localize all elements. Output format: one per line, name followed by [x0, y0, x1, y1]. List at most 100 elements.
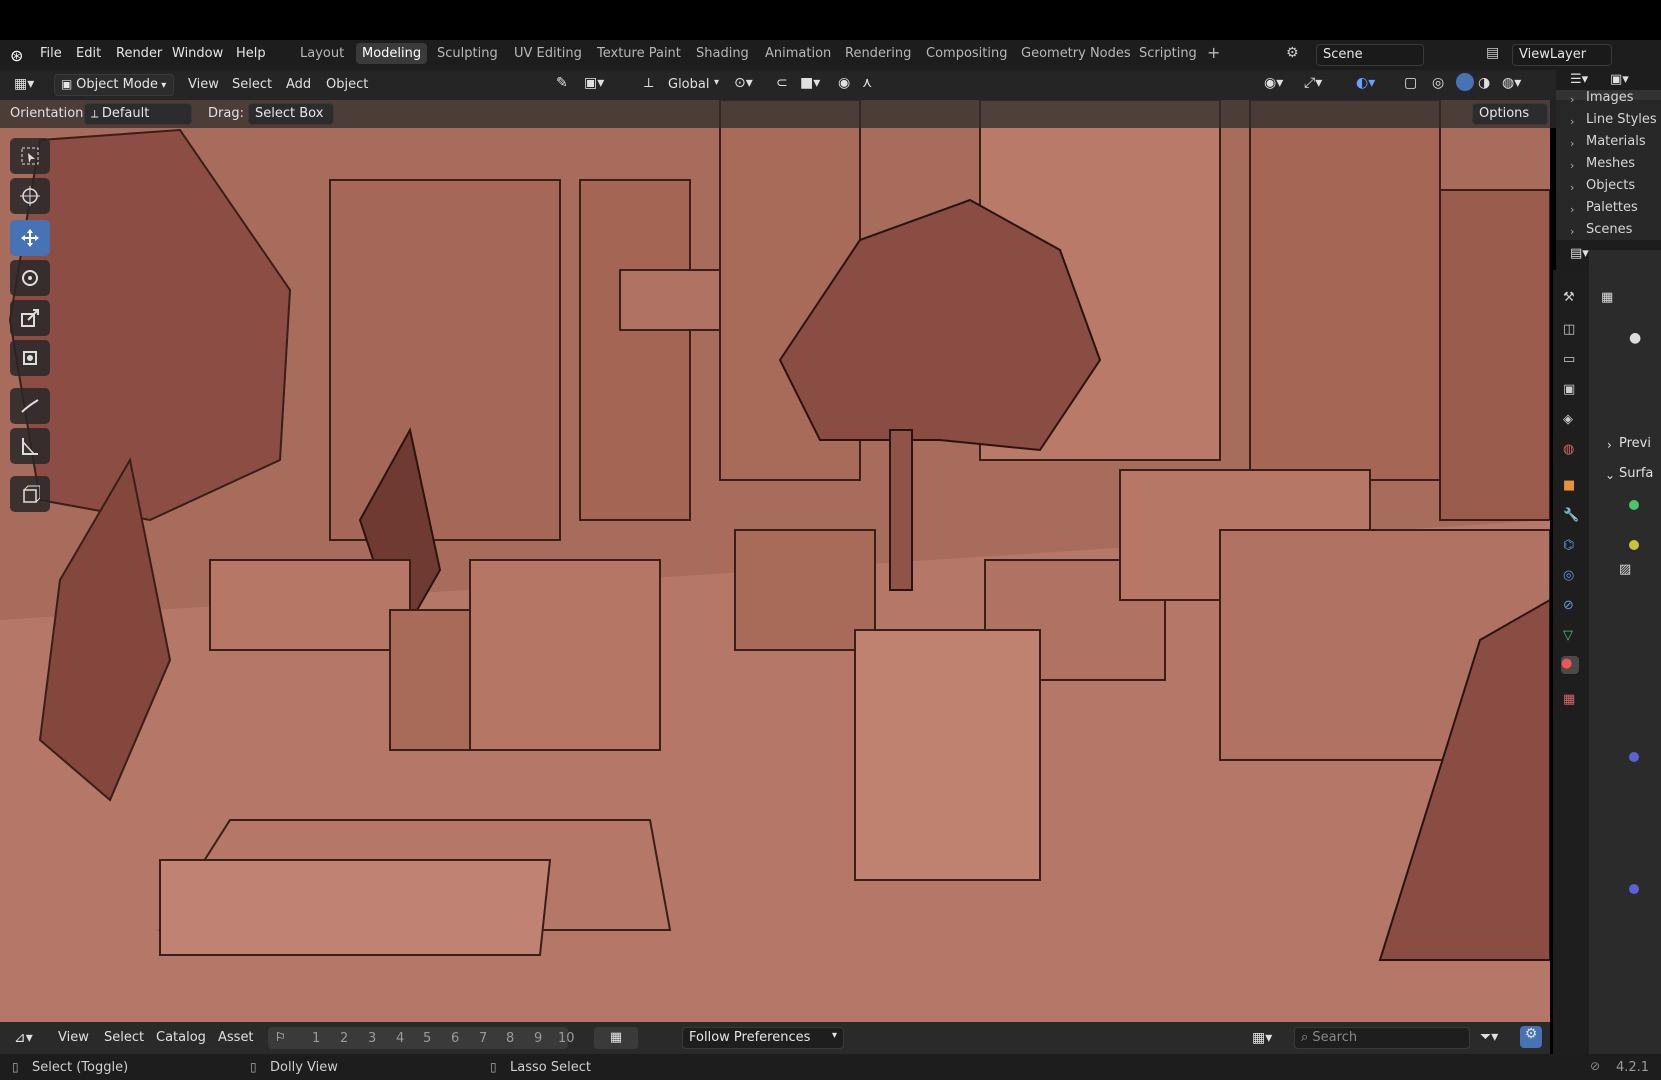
- editor-type-icon[interactable]: ⊿▾: [14, 1030, 33, 1046]
- catalog-key-6[interactable]: 6: [451, 1031, 459, 1046]
- chevron-down-icon[interactable]: ▾: [714, 77, 719, 88]
- footer-asset-menu[interactable]: Asset: [218, 1030, 254, 1045]
- 3d-viewport[interactable]: [0, 100, 1550, 1022]
- image-texture-icon[interactable]: ▨: [1619, 562, 1631, 577]
- catalog-key-3[interactable]: 3: [368, 1031, 376, 1046]
- drag-select[interactable]: Select Box: [248, 103, 334, 125]
- view-layer-selector[interactable]: ViewLayer: [1512, 44, 1612, 66]
- display-size-icon[interactable]: ▦▾: [1252, 1030, 1272, 1046]
- tab-geometry-nodes[interactable]: Geometry Nodes: [1021, 46, 1131, 61]
- catalog-key-4[interactable]: 4: [396, 1031, 404, 1046]
- editor-type-icon[interactable]: ▦▾: [14, 76, 34, 92]
- menu-file[interactable]: File: [40, 46, 62, 61]
- pivot-point-icon[interactable]: ⊙▾: [734, 75, 753, 91]
- menu-help[interactable]: Help: [236, 46, 266, 61]
- tab-modeling[interactable]: Modeling: [356, 43, 428, 64]
- properties-editor-icon[interactable]: ▤▾: [1570, 246, 1589, 261]
- outliner-item-line-styles[interactable]: Line Styles: [1586, 112, 1657, 127]
- physics-tab-icon[interactable]: ◎: [1563, 568, 1574, 583]
- tab-scripting[interactable]: Scripting: [1139, 46, 1197, 61]
- constraints-tab-icon[interactable]: ⊘: [1563, 598, 1574, 613]
- outliner-item-images[interactable]: Images: [1586, 90, 1634, 105]
- outliner-filter-icon[interactable]: ▣▾: [1610, 72, 1629, 87]
- grid-view-button[interactable]: ▦: [594, 1027, 638, 1049]
- eyedropper-icon[interactable]: ✎: [556, 75, 568, 91]
- xray-icon[interactable]: ▢: [1404, 75, 1417, 91]
- select-box-tool[interactable]: [10, 138, 50, 174]
- falloff-icon[interactable]: ⋏: [862, 75, 872, 91]
- snap-icon[interactable]: ⊂: [776, 75, 788, 91]
- outliner-item-scenes[interactable]: Scenes: [1586, 222, 1632, 237]
- solid-shading-icon[interactable]: [1456, 73, 1474, 91]
- surface-section[interactable]: Surfa: [1619, 466, 1653, 481]
- orientation-select[interactable]: ⟂ Default: [84, 103, 192, 125]
- measure-tool[interactable]: [10, 428, 50, 464]
- catalog-key-1[interactable]: 1: [312, 1031, 320, 1046]
- tab-layout[interactable]: Layout: [300, 46, 344, 61]
- gizmo-icon[interactable]: ⤢▾: [1304, 75, 1322, 91]
- particles-tab-icon[interactable]: ⌬: [1563, 538, 1574, 553]
- outliner-item-objects[interactable]: Objects: [1586, 178, 1635, 193]
- scene-tab-icon[interactable]: ◈: [1563, 412, 1573, 427]
- options-dropdown[interactable]: Options: [1472, 103, 1548, 125]
- chevron-right-icon[interactable]: ›: [1607, 438, 1612, 452]
- render-tab-icon[interactable]: ◫: [1563, 322, 1575, 337]
- proportional-edit-icon[interactable]: ◉: [838, 75, 850, 91]
- snap-target-icon[interactable]: ▣▾: [584, 75, 604, 91]
- material-shading-icon[interactable]: ◑: [1478, 75, 1490, 91]
- footer-select-menu[interactable]: Select: [104, 1030, 144, 1045]
- view-layer-icon[interactable]: ▤: [1486, 45, 1499, 61]
- cursor-tool[interactable]: [10, 178, 50, 214]
- annotate-tool[interactable]: [10, 388, 50, 424]
- select-menu[interactable]: Select: [232, 77, 272, 92]
- filter-icon[interactable]: ⏷▾: [1480, 1029, 1498, 1045]
- asset-search-input[interactable]: ⌕ Search: [1294, 1027, 1470, 1049]
- scale-tool[interactable]: [10, 300, 50, 336]
- preview-section[interactable]: Previ: [1619, 436, 1651, 451]
- texture-tab-icon[interactable]: ▦: [1563, 692, 1575, 707]
- outliner-display-icon[interactable]: ☰▾: [1570, 72, 1588, 87]
- tab-texture-paint[interactable]: Texture Paint: [597, 46, 681, 61]
- all-catalogs-icon[interactable]: ⚐: [275, 1030, 286, 1044]
- transform-orientation-select[interactable]: Global: [668, 77, 709, 92]
- move-tool[interactable]: [10, 220, 50, 256]
- tool-tab-icon[interactable]: ⚒: [1563, 290, 1575, 305]
- catalog-key-8[interactable]: 8: [506, 1031, 514, 1046]
- transform-tool[interactable]: [10, 340, 50, 376]
- material-preview-icon[interactable]: ●: [1629, 330, 1641, 346]
- chevron-down-icon[interactable]: ⌄: [1605, 468, 1615, 482]
- transform-orientation-icon[interactable]: ⟂: [644, 75, 653, 91]
- rendered-shading-icon[interactable]: ◍▾: [1502, 75, 1521, 91]
- outliner-item-palettes[interactable]: Palettes: [1586, 200, 1638, 215]
- data-tab-icon[interactable]: ▽: [1563, 628, 1573, 643]
- add-menu[interactable]: Add: [286, 77, 311, 92]
- settings-gear-icon[interactable]: ⚙: [1520, 1026, 1542, 1048]
- tab-animation[interactable]: Animation: [765, 46, 831, 61]
- catalog-key-5[interactable]: 5: [423, 1031, 431, 1046]
- view-layer-tab-icon[interactable]: ▣: [1563, 382, 1575, 397]
- modifier-tab-icon[interactable]: 🔧: [1563, 508, 1579, 523]
- snap-increment-icon[interactable]: ■▾: [800, 75, 820, 91]
- add-cube-tool[interactable]: [10, 476, 50, 512]
- footer-view-menu[interactable]: View: [58, 1030, 89, 1045]
- catalog-key-2[interactable]: 2: [340, 1031, 348, 1046]
- wireframe-shading-icon[interactable]: ◎: [1432, 75, 1444, 91]
- scene-icon[interactable]: ⚙: [1286, 45, 1299, 61]
- menu-window[interactable]: Window: [172, 46, 223, 61]
- tab-rendering[interactable]: Rendering: [845, 46, 911, 61]
- catalog-key-9[interactable]: 9: [534, 1031, 542, 1046]
- tab-compositing[interactable]: Compositing: [926, 46, 1008, 61]
- menu-render[interactable]: Render: [116, 46, 162, 61]
- scene-selector[interactable]: Scene: [1316, 44, 1424, 66]
- object-tab-icon[interactable]: ■: [1563, 478, 1575, 493]
- mode-selector[interactable]: ▣ Object Mode ▾: [54, 74, 174, 96]
- output-tab-icon[interactable]: ▭: [1563, 352, 1575, 367]
- tab-sculpting[interactable]: Sculpting: [437, 46, 498, 61]
- footer-catalog-menu[interactable]: Catalog: [156, 1030, 206, 1045]
- material-slot-icon[interactable]: ▦: [1601, 290, 1613, 305]
- view-menu[interactable]: View: [188, 77, 219, 92]
- world-tab-icon[interactable]: ◍: [1563, 442, 1574, 457]
- material-tab-icon[interactable]: ●: [1561, 656, 1579, 674]
- menu-edit[interactable]: Edit: [76, 46, 101, 61]
- follow-preferences-select[interactable]: Follow Preferences ▾: [682, 1027, 844, 1049]
